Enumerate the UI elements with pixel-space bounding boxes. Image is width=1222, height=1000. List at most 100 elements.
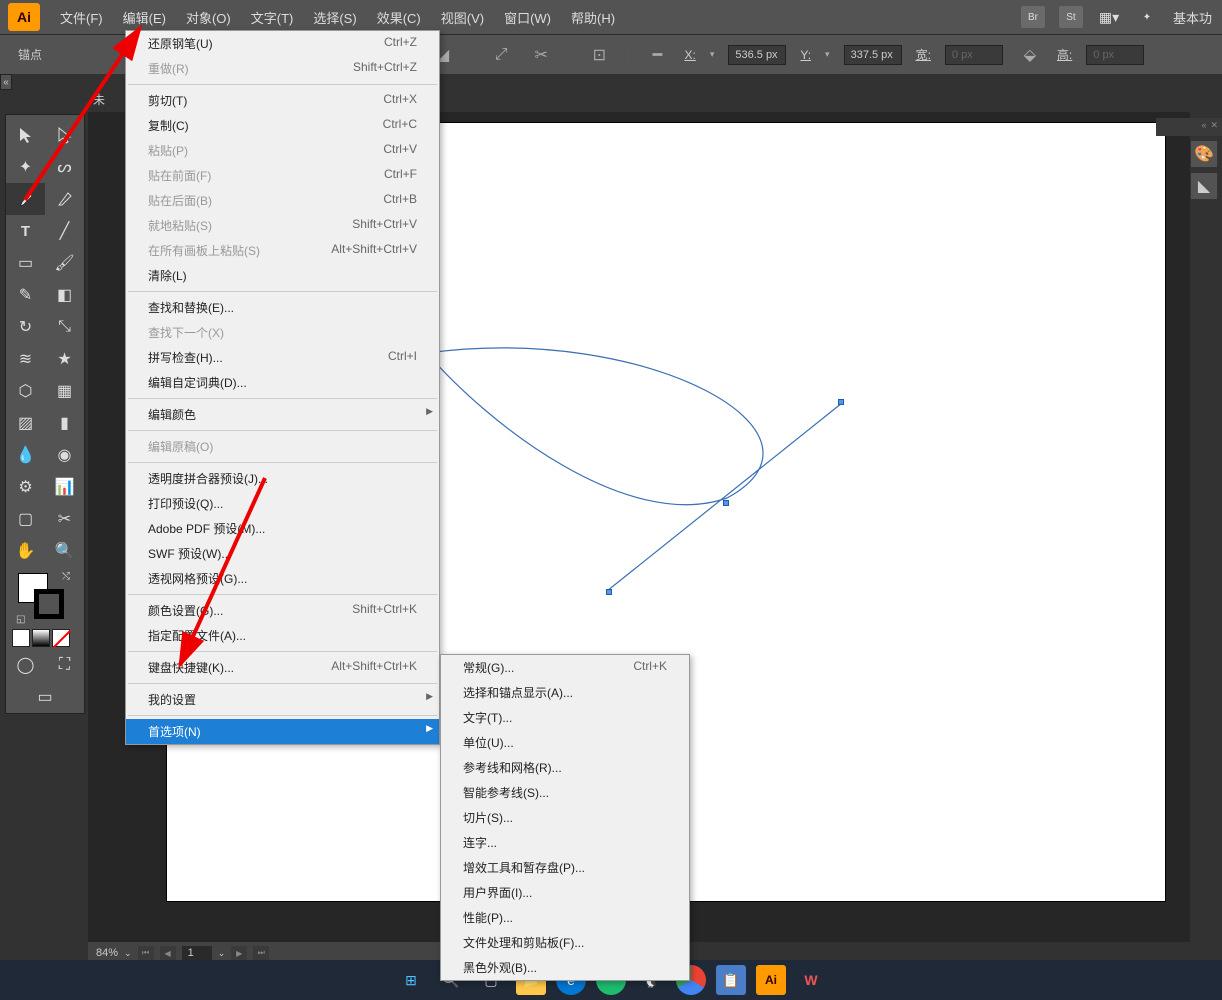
change-screen-mode[interactable]: ▭: [6, 681, 84, 713]
illustrator-icon[interactable]: Ai: [756, 965, 786, 995]
edit-menu-item[interactable]: 复制(C)Ctrl+C: [126, 113, 439, 138]
menu-view[interactable]: 视图(V): [431, 0, 494, 35]
last-artboard-icon[interactable]: ⏭: [253, 946, 269, 960]
artboard-dropdown-icon[interactable]: ⌄: [218, 948, 226, 959]
fill-stroke-control[interactable]: ⤭ ◱: [18, 573, 66, 621]
anchor-point[interactable]: [838, 399, 844, 405]
edit-menu-item[interactable]: 剪切(T)Ctrl+X: [126, 88, 439, 113]
stroke-swatch[interactable]: [34, 589, 64, 619]
prefs-menu-item[interactable]: 文件处理和剪贴板(F)...: [441, 930, 689, 955]
prefs-menu-item[interactable]: 切片(S)...: [441, 805, 689, 830]
bridge-icon[interactable]: Br: [1021, 6, 1045, 28]
prev-artboard-icon[interactable]: ◀: [160, 946, 176, 960]
artboard-number[interactable]: 1: [182, 946, 212, 960]
line-tool[interactable]: ╱: [45, 215, 84, 247]
menu-window[interactable]: 窗口(W): [494, 0, 561, 35]
prefs-menu-item[interactable]: 常规(G)...Ctrl+K: [441, 655, 689, 680]
pen-tool[interactable]: [6, 183, 45, 215]
gradient-mode[interactable]: [32, 629, 50, 647]
graph-tool[interactable]: 📊: [45, 471, 84, 503]
edit-menu-item[interactable]: 拼写检查(H)...Ctrl+I: [126, 345, 439, 370]
workspace-switcher[interactable]: 基本功: [1173, 8, 1212, 27]
panel-close-icon[interactable]: ✕: [1210, 120, 1218, 134]
edit-menu-item[interactable]: 还原钢笔(U)Ctrl+Z: [126, 31, 439, 56]
prefs-menu-item[interactable]: 智能参考线(S)...: [441, 780, 689, 805]
perspective-tool[interactable]: ▦: [45, 375, 84, 407]
wps-icon[interactable]: W: [796, 965, 826, 995]
prefs-menu-item[interactable]: 参考线和网格(R)...: [441, 755, 689, 780]
x-link[interactable]: ▾: [710, 49, 715, 60]
prefs-menu-item[interactable]: 增效工具和暂存盘(P)...: [441, 855, 689, 880]
width-tool[interactable]: ≋: [6, 343, 45, 375]
brush-tool[interactable]: 🖌: [45, 247, 84, 279]
isolate-icon[interactable]: ⊡: [586, 43, 612, 67]
none-mode[interactable]: [52, 629, 70, 647]
prefs-menu-item[interactable]: 黑色外观(B)...: [441, 955, 689, 980]
first-artboard-icon[interactable]: ⏮: [138, 946, 154, 960]
selection-tool[interactable]: [6, 119, 45, 151]
prefs-menu-item[interactable]: 性能(P)...: [441, 905, 689, 930]
prefs-menu-item[interactable]: 用户界面(I)...: [441, 880, 689, 905]
rotate-tool[interactable]: ↻: [6, 311, 45, 343]
handles-icon2[interactable]: ✂: [528, 43, 554, 67]
stock-icon[interactable]: St: [1059, 6, 1083, 28]
scale-tool[interactable]: ⤡: [45, 311, 84, 343]
color-mode[interactable]: [12, 629, 30, 647]
edit-menu-item[interactable]: Adobe PDF 预设(M)...: [126, 516, 439, 541]
hand-tool[interactable]: ✋: [6, 535, 45, 567]
prefs-menu-item[interactable]: 选择和锚点显示(A)...: [441, 680, 689, 705]
gradient-tool[interactable]: ▮: [45, 407, 84, 439]
gpu-icon[interactable]: ✦: [1135, 6, 1159, 28]
edit-menu-item[interactable]: 编辑颜色▶: [126, 402, 439, 427]
zoom-tool[interactable]: 🔍: [45, 535, 84, 567]
edit-menu-item[interactable]: 键盘快捷键(K)...Alt+Shift+Ctrl+K: [126, 655, 439, 680]
edit-menu-item[interactable]: 首选项(N)▶: [126, 719, 439, 744]
zoom-dropdown-icon[interactable]: ⌄: [124, 948, 132, 959]
shape-builder-tool[interactable]: ⬡: [6, 375, 45, 407]
edit-menu-item[interactable]: 颜色设置(G)...Shift+Ctrl+K: [126, 598, 439, 623]
free-transform-tool[interactable]: ★: [45, 343, 84, 375]
anchor-point[interactable]: [606, 589, 612, 595]
prefs-menu-item[interactable]: 单位(U)...: [441, 730, 689, 755]
symbol-sprayer-tool[interactable]: ⚙: [6, 471, 45, 503]
y-value[interactable]: 337.5 px: [844, 45, 902, 65]
arrange-icon[interactable]: ▦▾: [1097, 6, 1121, 28]
link-wh-icon[interactable]: ⬙: [1017, 43, 1043, 67]
notes-icon[interactable]: 📋: [716, 965, 746, 995]
default-colors-icon[interactable]: ◱: [16, 614, 25, 625]
menu-file[interactable]: 文件(F): [50, 0, 113, 35]
x-value[interactable]: 536.5 px: [728, 45, 786, 65]
panel-collapse-icon[interactable]: «: [1201, 120, 1206, 134]
lasso-tool[interactable]: ᔕ: [45, 151, 84, 183]
edit-menu-item[interactable]: 透明度拼合器预设(J)...: [126, 466, 439, 491]
rectangle-tool[interactable]: ▭: [6, 247, 45, 279]
edit-menu-item[interactable]: 打印预设(Q)...: [126, 491, 439, 516]
swap-colors-icon[interactable]: ⤭: [62, 571, 70, 582]
edit-menu-item[interactable]: 清除(L): [126, 263, 439, 288]
type-tool[interactable]: T: [6, 215, 45, 247]
slice-tool[interactable]: ✂: [45, 503, 84, 535]
prefs-menu-item[interactable]: 文字(T)...: [441, 705, 689, 730]
edit-menu-item[interactable]: 编辑自定词典(D)...: [126, 370, 439, 395]
edit-menu-item[interactable]: 我的设置▶: [126, 687, 439, 712]
edit-menu-item[interactable]: SWF 预设(W)...: [126, 541, 439, 566]
color-panel-icon[interactable]: 🎨: [1190, 140, 1218, 168]
next-artboard-icon[interactable]: ▶: [231, 946, 247, 960]
y-link[interactable]: ▾: [825, 49, 830, 60]
curvature-tool[interactable]: [45, 183, 84, 215]
shaper-tool[interactable]: ✎: [6, 279, 45, 311]
direct-selection-tool[interactable]: [45, 119, 84, 151]
expand-docked-icon[interactable]: «: [0, 74, 12, 90]
edit-menu-item[interactable]: 查找和替换(E)...: [126, 295, 439, 320]
artboard-tool[interactable]: ▢: [6, 503, 45, 535]
eraser-tool[interactable]: ◧: [45, 279, 84, 311]
handles-icon[interactable]: ⤢: [488, 43, 514, 67]
properties-panel-icon[interactable]: ◣: [1190, 172, 1218, 200]
eyedropper-tool[interactable]: 💧: [6, 439, 45, 471]
draw-mode[interactable]: ◯: [6, 649, 45, 681]
edit-menu-item[interactable]: 指定配置文件(A)...: [126, 623, 439, 648]
document-tab[interactable]: 未: [85, 89, 113, 110]
screen-mode[interactable]: ⛶: [45, 649, 84, 681]
anchor-point[interactable]: [723, 500, 729, 506]
start-icon[interactable]: ⊞: [396, 965, 426, 995]
